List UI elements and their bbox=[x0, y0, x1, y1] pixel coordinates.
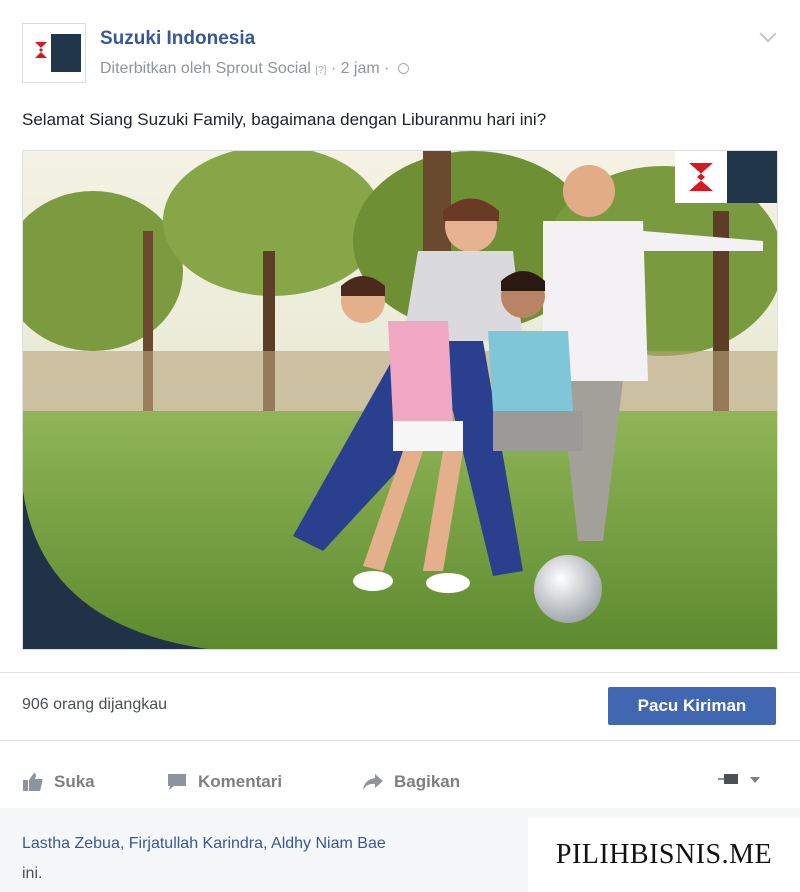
post-meta: Diterbitkan oleh Sprout Social [?] · 2 j… bbox=[100, 60, 409, 78]
like-button[interactable]: Suka bbox=[22, 772, 95, 792]
site-watermark: PILIHBISNIS.ME bbox=[528, 818, 800, 892]
suzuki-s-logo-icon bbox=[35, 42, 47, 58]
page-avatar[interactable] bbox=[22, 23, 86, 83]
divider bbox=[0, 740, 800, 741]
post-photo[interactable] bbox=[22, 150, 778, 650]
globe-icon bbox=[397, 63, 409, 75]
like-label: Suka bbox=[54, 772, 95, 791]
chevron-down-icon bbox=[750, 777, 760, 783]
reach-count[interactable]: 906 orang dijangkau bbox=[22, 696, 167, 714]
page-name-link[interactable]: Suzuki Indonesia bbox=[100, 28, 255, 50]
chevron-down-icon[interactable] bbox=[759, 25, 777, 43]
published-info-tag[interactable]: [?] bbox=[315, 65, 326, 76]
share-label: Bagikan bbox=[394, 772, 461, 791]
likers-suffix: ini. bbox=[22, 865, 43, 882]
audience-selector[interactable] bbox=[718, 772, 760, 788]
published-by-label: Diterbitkan oleh Sprout Social bbox=[100, 60, 311, 77]
divider bbox=[0, 672, 800, 673]
post-message: Selamat Siang Suzuki Family, bagaimana d… bbox=[22, 110, 547, 129]
thumbs-up-icon bbox=[23, 773, 43, 791]
facebook-post-card: Suzuki Indonesia Diterbitkan oleh Sprout… bbox=[0, 0, 800, 892]
family-photo-illustration bbox=[23, 151, 777, 649]
brand-tag-icon bbox=[51, 34, 81, 72]
comment-label: Komentari bbox=[198, 772, 283, 791]
likers-names-link[interactable]: Lastha Zebua, Firjatullah Karindra, Aldh… bbox=[22, 835, 386, 852]
share-button[interactable]: Bagikan bbox=[362, 772, 460, 792]
flag-icon bbox=[718, 774, 738, 784]
comment-button[interactable]: Komentari bbox=[166, 772, 282, 792]
boost-post-button[interactable]: Pacu Kiriman bbox=[608, 687, 776, 725]
share-icon bbox=[363, 774, 383, 790]
post-time-link[interactable]: · 2 jam · bbox=[331, 60, 390, 77]
comment-icon bbox=[168, 774, 186, 790]
